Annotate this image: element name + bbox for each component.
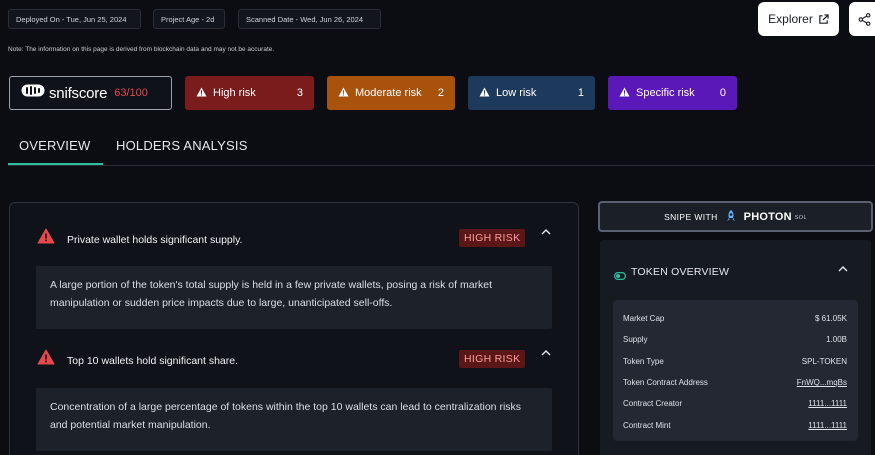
supply-row: Supply 1.00B xyxy=(613,329,858,350)
market-cap-row: Market Cap $ 61.05K xyxy=(613,308,858,329)
disclaimer-note: Note: The information on this page is de… xyxy=(8,46,275,53)
tab-overview[interactable]: OVERVIEW xyxy=(19,138,90,153)
snifscore-brand: snifscore xyxy=(49,84,108,102)
contract-mint-link[interactable]: 1111...1111 xyxy=(808,421,847,430)
collapse-chevron-button[interactable] xyxy=(541,348,551,358)
row-label: Market Cap xyxy=(623,314,665,324)
deployed-date: Deployed On - Tue, Jun 25, 2024 xyxy=(16,14,127,24)
risk-issues-panel: Private wallet holds significant supply.… xyxy=(9,202,579,455)
token-overview-card: TOKEN OVERVIEW Market Cap $ 61.05K Suppl… xyxy=(600,240,871,455)
high-risk-count: 3 xyxy=(296,87,303,99)
issue-description: A large portion of the token's total sup… xyxy=(36,266,552,329)
snifscore-value: 63/100 xyxy=(114,87,148,99)
row-label: Token Type xyxy=(623,356,664,366)
contract-mint-row: Contract Mint 1111...1111 xyxy=(613,414,858,435)
scanned-date: Scanned Date - Wed, Jun 26, 2024 xyxy=(246,14,364,24)
external-link-icon xyxy=(818,13,829,25)
token-contract-address-link[interactable]: FnWQ...mqBs xyxy=(797,378,847,387)
token-overview-table: Market Cap $ 61.05K Supply 1.00B Token T… xyxy=(613,300,858,441)
token-contract-address-row: Token Contract Address FnWQ...mqBs xyxy=(613,372,858,393)
snipe-with-photon-button[interactable]: SNIPE WITH PHOTON SOL xyxy=(598,201,873,232)
snifscore-box: snifscore 63/100 xyxy=(9,76,172,110)
tab-bar: OVERVIEW HOLDERS ANALYSIS xyxy=(8,128,875,166)
row-label: Token Contract Address xyxy=(623,378,708,388)
share-button[interactable] xyxy=(849,2,875,36)
moderate-risk-filter[interactable]: Moderate risk 2 xyxy=(327,76,455,110)
collapse-chevron-button[interactable] xyxy=(541,227,551,237)
snipe-label: SNIPE WITH xyxy=(664,211,718,222)
moderate-risk-label: Moderate risk xyxy=(355,87,422,99)
warning-icon xyxy=(479,86,490,100)
high-risk-filter[interactable]: High risk 3 xyxy=(185,76,314,110)
explorer-label: Explorer xyxy=(768,12,813,26)
explorer-button[interactable]: Explorer xyxy=(758,2,839,36)
moderate-risk-count: 2 xyxy=(437,87,444,99)
active-tab-indicator xyxy=(8,163,103,165)
contract-creator-link[interactable]: 1111...1111 xyxy=(808,399,847,408)
warning-icon xyxy=(196,86,207,100)
supply-value: 1.00B xyxy=(826,335,847,345)
row-label: Contract Creator xyxy=(623,399,683,409)
specific-risk-label: Specific risk xyxy=(636,87,695,99)
photon-brand: PHOTON xyxy=(743,210,792,223)
warning-icon xyxy=(619,86,630,100)
low-risk-filter[interactable]: Low risk 1 xyxy=(468,76,595,110)
warning-icon xyxy=(37,228,55,249)
high-risk-badge: HIGH RISK xyxy=(459,350,526,368)
row-label: Contract Mint xyxy=(623,420,671,430)
photon-sol-label: SOL xyxy=(794,214,807,221)
tab-holders-analysis[interactable]: HOLDERS ANALYSIS xyxy=(116,138,248,153)
collapse-chevron-button[interactable] xyxy=(838,264,848,274)
high-risk-label: High risk xyxy=(213,87,256,99)
low-risk-count: 1 xyxy=(577,87,584,99)
issue-description: Concentration of a large percentage of t… xyxy=(36,388,552,451)
warning-icon xyxy=(37,349,55,370)
photon-logo-icon xyxy=(724,209,738,225)
toggle-icon xyxy=(614,267,627,281)
low-risk-label: Low risk xyxy=(496,87,537,99)
token-overview-title: TOKEN OVERVIEW xyxy=(631,266,730,278)
warning-icon xyxy=(338,86,349,100)
scanned-date-pill: Scanned Date - Wed, Jun 26, 2024 xyxy=(238,9,381,29)
specific-risk-count: 0 xyxy=(719,87,726,99)
token-type-value: SPL-TOKEN xyxy=(801,356,847,366)
snifscore-logo-icon xyxy=(21,84,45,102)
share-icon xyxy=(858,12,871,26)
project-age-pill: Project Age - 2d xyxy=(153,9,225,29)
deployed-date-pill: Deployed On - Tue, Jun 25, 2024 xyxy=(8,9,141,29)
project-age: Project Age - 2d xyxy=(161,14,215,24)
specific-risk-filter[interactable]: Specific risk 0 xyxy=(608,76,737,110)
high-risk-badge: HIGH RISK xyxy=(459,229,526,247)
token-type-row: Token Type SPL-TOKEN xyxy=(613,351,858,372)
issue-title: Top 10 wallets hold significant share. xyxy=(67,355,239,367)
market-cap-value: $ 61.05K xyxy=(814,314,847,324)
issue-title: Private wallet holds significant supply. xyxy=(67,234,243,246)
contract-creator-row: Contract Creator 1111...1111 xyxy=(613,393,858,414)
row-label: Supply xyxy=(623,335,648,345)
